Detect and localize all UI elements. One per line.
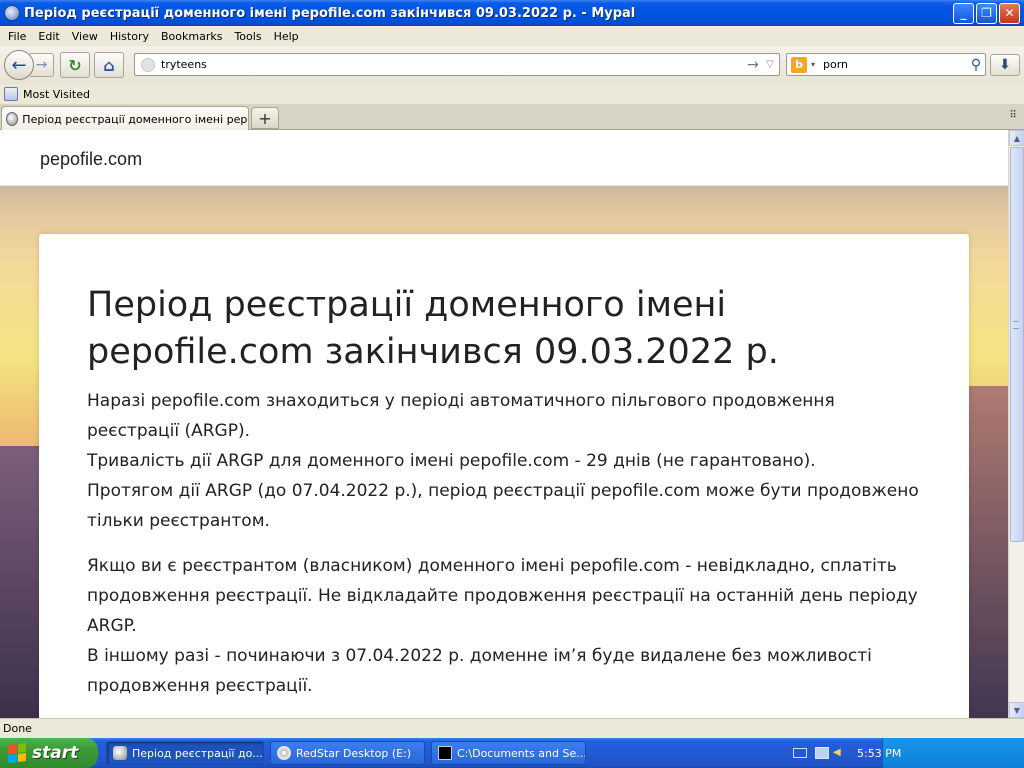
menu-bar: File Edit View History Bookmarks Tools H… bbox=[0, 26, 1024, 46]
task-browser[interactable]: Період реєстрації до... bbox=[106, 741, 264, 765]
notice-card: Період реєстрації доменного імені pepofi… bbox=[39, 234, 969, 718]
tab-list-icon[interactable]: ⠿ bbox=[1006, 110, 1020, 124]
go-arrow-icon[interactable]: → bbox=[745, 57, 761, 73]
tab-favicon-icon bbox=[6, 112, 19, 126]
menu-edit[interactable]: Edit bbox=[32, 30, 65, 43]
task-drive[interactable]: RedStar Desktop (E:) bbox=[270, 741, 425, 765]
site-brand[interactable]: pepofile.com bbox=[40, 149, 142, 170]
text-line: Тривалість дії ARGP для доменного імені … bbox=[87, 451, 816, 471]
page-heading: Період реєстрації доменного імені pepofi… bbox=[87, 285, 779, 372]
bookmark-most-visited[interactable]: Most Visited bbox=[23, 88, 90, 101]
scroll-up-button[interactable]: ▲ bbox=[1009, 130, 1024, 146]
status-text: Done bbox=[3, 722, 32, 735]
browser-logo-icon bbox=[4, 5, 20, 21]
text-line: Якщо ви є реєстрантом (власником) доменн… bbox=[87, 556, 918, 636]
search-input[interactable] bbox=[823, 58, 967, 71]
scroll-down-button[interactable]: ▼ bbox=[1009, 702, 1024, 718]
bing-engine-icon[interactable]: b bbox=[791, 56, 807, 73]
volume-icon[interactable]: ◀ bbox=[833, 747, 845, 759]
tab-label: Період реєстрації доменного імені pepofi… bbox=[22, 112, 248, 126]
scroll-grip-icon bbox=[1013, 321, 1019, 329]
menu-history[interactable]: History bbox=[104, 30, 155, 43]
site-identity-icon[interactable] bbox=[141, 57, 155, 72]
close-button[interactable]: ✕ bbox=[999, 2, 1020, 24]
menu-tools[interactable]: Tools bbox=[228, 30, 267, 43]
taskbar: start Період реєстрації до... RedStar De… bbox=[0, 738, 1024, 768]
command-prompt-icon bbox=[438, 746, 452, 760]
web-content: pepofile.com Період реєстрації доменного… bbox=[0, 130, 1008, 718]
keyboard-icon[interactable] bbox=[793, 748, 807, 758]
paragraph-warning: Якщо ви є реєстрантом (власником) доменн… bbox=[87, 551, 921, 701]
browser-task-icon bbox=[113, 746, 127, 760]
address-bar[interactable]: → ▽ bbox=[134, 53, 780, 76]
text-line: Протягом дії ARGP (до 07.04.2022 р.), пе… bbox=[87, 481, 919, 531]
task-label: RedStar Desktop (E:) bbox=[296, 746, 412, 760]
cd-drive-icon bbox=[277, 746, 291, 760]
text-line: В іншому разі - починаючи з 07.04.2022 р… bbox=[87, 646, 872, 696]
site-header: pepofile.com bbox=[0, 130, 1008, 186]
system-tray: ◀ 5:53 PM bbox=[793, 738, 1024, 768]
task-command-prompt[interactable]: C:\Documents and Se... bbox=[431, 741, 586, 765]
status-bar: Done bbox=[0, 718, 1024, 738]
downloads-button[interactable]: ⬇ bbox=[990, 54, 1020, 76]
maximize-button[interactable]: ❐ bbox=[976, 2, 997, 24]
menu-help[interactable]: Help bbox=[268, 30, 305, 43]
reload-button[interactable]: ↻ bbox=[60, 52, 90, 78]
minimize-button[interactable]: _ bbox=[953, 2, 974, 24]
task-label: C:\Documents and Se... bbox=[457, 746, 586, 760]
menu-view[interactable]: View bbox=[66, 30, 104, 43]
search-icon[interactable]: ⚲ bbox=[967, 57, 985, 73]
scroll-thumb[interactable] bbox=[1010, 147, 1024, 542]
navigation-toolbar: ← → ↻ ⌂ → ▽ b ▾ ⚲ ⬇ bbox=[0, 46, 1024, 84]
paragraph-argp: Наразі pepofile.com знаходиться у період… bbox=[87, 386, 921, 536]
menu-bookmarks[interactable]: Bookmarks bbox=[155, 30, 228, 43]
start-label: start bbox=[32, 743, 79, 763]
text-line: Наразі pepofile.com знаходиться у період… bbox=[87, 391, 835, 441]
bookmark-folder-icon bbox=[4, 87, 18, 101]
back-button[interactable]: ← bbox=[4, 50, 34, 80]
window-title: Період реєстрації доменного імені pepofi… bbox=[24, 5, 636, 21]
tab-bar: Період реєстрації доменного імені pepofi… bbox=[0, 104, 1024, 131]
menu-file[interactable]: File bbox=[2, 30, 32, 43]
task-label: Період реєстрації до... bbox=[132, 746, 263, 760]
new-tab-button[interactable]: + bbox=[251, 107, 279, 129]
back-forward-group: ← → bbox=[4, 50, 54, 80]
url-history-dropdown-icon[interactable]: ▽ bbox=[761, 59, 779, 70]
clock[interactable]: 5:53 PM bbox=[857, 747, 901, 760]
bookmarks-toolbar: Most Visited bbox=[0, 84, 1024, 104]
network-icon[interactable] bbox=[815, 747, 829, 759]
engine-dropdown-icon[interactable]: ▾ bbox=[807, 60, 819, 69]
start-button[interactable]: start bbox=[0, 738, 98, 768]
window-titlebar[interactable]: Період реєстрації доменного імені pepofi… bbox=[0, 0, 1024, 26]
vertical-scrollbar[interactable]: ▲ ▼ bbox=[1008, 130, 1024, 718]
windows-logo-icon bbox=[8, 743, 26, 763]
home-button[interactable]: ⌂ bbox=[94, 52, 124, 78]
search-bar[interactable]: b ▾ ⚲ bbox=[786, 53, 986, 76]
tab-active[interactable]: Період реєстрації доменного імені pepofi… bbox=[1, 106, 249, 131]
url-input[interactable] bbox=[161, 58, 745, 71]
